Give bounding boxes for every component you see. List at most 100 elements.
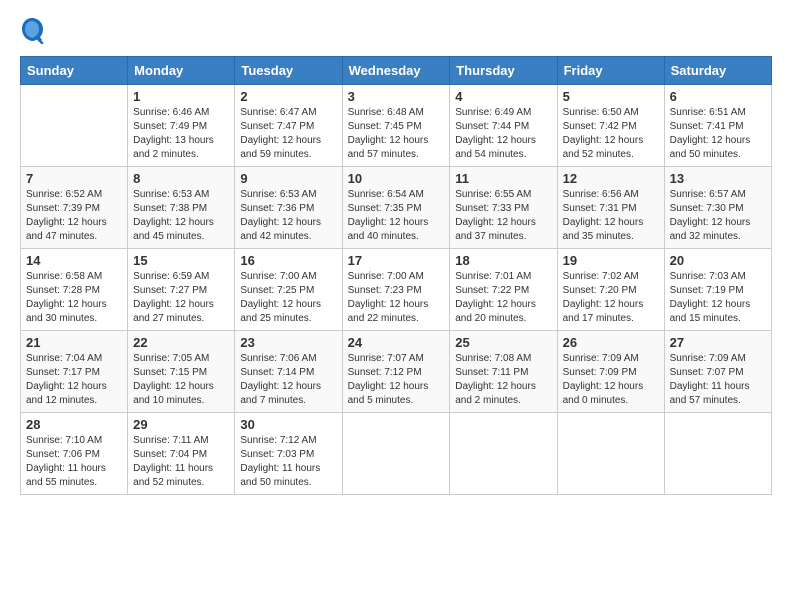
day-info: Sunrise: 7:08 AM Sunset: 7:11 PM Dayligh… bbox=[455, 352, 551, 408]
day-info: Sunrise: 7:12 AM Sunset: 7:03 PM Dayligh… bbox=[240, 434, 336, 490]
day-info: Sunrise: 6:56 AM Sunset: 7:31 PM Dayligh… bbox=[563, 188, 659, 244]
day-number: 30 bbox=[240, 417, 336, 432]
calendar-week-row: 21 Sunrise: 7:04 AM Sunset: 7:17 PM Dayli… bbox=[21, 331, 772, 413]
calendar-table: SundayMondayTuesdayWednesdayThursdayFrid… bbox=[20, 56, 772, 495]
day-number: 3 bbox=[348, 89, 445, 104]
page-header bbox=[20, 16, 772, 44]
day-number: 21 bbox=[26, 335, 122, 350]
day-header: Tuesday bbox=[235, 57, 342, 85]
day-info: Sunrise: 6:54 AM Sunset: 7:35 PM Dayligh… bbox=[348, 188, 445, 244]
calendar-cell bbox=[342, 413, 450, 495]
day-info: Sunrise: 7:01 AM Sunset: 7:22 PM Dayligh… bbox=[455, 270, 551, 326]
day-info: Sunrise: 6:47 AM Sunset: 7:47 PM Dayligh… bbox=[240, 106, 336, 162]
calendar-cell: 3 Sunrise: 6:48 AM Sunset: 7:45 PM Daylig… bbox=[342, 85, 450, 167]
day-header: Sunday bbox=[21, 57, 128, 85]
day-info: Sunrise: 6:52 AM Sunset: 7:39 PM Dayligh… bbox=[26, 188, 122, 244]
day-info: Sunrise: 6:57 AM Sunset: 7:30 PM Dayligh… bbox=[670, 188, 766, 244]
day-info: Sunrise: 6:49 AM Sunset: 7:44 PM Dayligh… bbox=[455, 106, 551, 162]
calendar-cell bbox=[664, 413, 771, 495]
calendar-cell: 17 Sunrise: 7:00 AM Sunset: 7:23 PM Dayli… bbox=[342, 249, 450, 331]
calendar-cell bbox=[450, 413, 557, 495]
calendar-cell: 14 Sunrise: 6:58 AM Sunset: 7:28 PM Dayli… bbox=[21, 249, 128, 331]
day-number: 19 bbox=[563, 253, 659, 268]
day-number: 2 bbox=[240, 89, 336, 104]
calendar-cell: 5 Sunrise: 6:50 AM Sunset: 7:42 PM Daylig… bbox=[557, 85, 664, 167]
day-number: 6 bbox=[670, 89, 766, 104]
calendar-cell: 30 Sunrise: 7:12 AM Sunset: 7:03 PM Dayli… bbox=[235, 413, 342, 495]
calendar-week-row: 28 Sunrise: 7:10 AM Sunset: 7:06 PM Dayli… bbox=[21, 413, 772, 495]
day-number: 18 bbox=[455, 253, 551, 268]
calendar-header-row: SundayMondayTuesdayWednesdayThursdayFrid… bbox=[21, 57, 772, 85]
calendar-week-row: 1 Sunrise: 6:46 AM Sunset: 7:49 PM Daylig… bbox=[21, 85, 772, 167]
day-info: Sunrise: 7:07 AM Sunset: 7:12 PM Dayligh… bbox=[348, 352, 445, 408]
logo bbox=[20, 16, 48, 44]
day-number: 22 bbox=[133, 335, 229, 350]
day-info: Sunrise: 6:53 AM Sunset: 7:36 PM Dayligh… bbox=[240, 188, 336, 244]
day-number: 7 bbox=[26, 171, 122, 186]
calendar-cell: 6Sunrise: 6:51 AM Sunset: 7:41 PM Daylig… bbox=[664, 85, 771, 167]
calendar-body: 1 Sunrise: 6:46 AM Sunset: 7:49 PM Daylig… bbox=[21, 85, 772, 495]
day-number: 26 bbox=[563, 335, 659, 350]
day-info: Sunrise: 6:53 AM Sunset: 7:38 PM Dayligh… bbox=[133, 188, 229, 244]
day-info: Sunrise: 7:05 AM Sunset: 7:15 PM Dayligh… bbox=[133, 352, 229, 408]
day-header: Friday bbox=[557, 57, 664, 85]
calendar-cell: 1 Sunrise: 6:46 AM Sunset: 7:49 PM Daylig… bbox=[128, 85, 235, 167]
calendar-cell: 19Sunrise: 7:02 AM Sunset: 7:20 PM Dayli… bbox=[557, 249, 664, 331]
day-info: Sunrise: 6:50 AM Sunset: 7:42 PM Dayligh… bbox=[563, 106, 659, 162]
day-number: 5 bbox=[563, 89, 659, 104]
calendar-cell: 10 Sunrise: 6:54 AM Sunset: 7:35 PM Dayli… bbox=[342, 167, 450, 249]
day-number: 13 bbox=[670, 171, 766, 186]
day-info: Sunrise: 7:09 AM Sunset: 7:07 PM Dayligh… bbox=[670, 352, 766, 408]
calendar-cell: 15 Sunrise: 6:59 AM Sunset: 7:27 PM Dayli… bbox=[128, 249, 235, 331]
calendar-cell: 18 Sunrise: 7:01 AM Sunset: 7:22 PM Dayli… bbox=[450, 249, 557, 331]
day-info: Sunrise: 7:11 AM Sunset: 7:04 PM Dayligh… bbox=[133, 434, 229, 490]
day-info: Sunrise: 7:06 AM Sunset: 7:14 PM Dayligh… bbox=[240, 352, 336, 408]
day-number: 24 bbox=[348, 335, 445, 350]
day-number: 20 bbox=[670, 253, 766, 268]
day-info: Sunrise: 6:48 AM Sunset: 7:45 PM Dayligh… bbox=[348, 106, 445, 162]
day-number: 27 bbox=[670, 335, 766, 350]
day-number: 16 bbox=[240, 253, 336, 268]
calendar-cell: 28 Sunrise: 7:10 AM Sunset: 7:06 PM Dayli… bbox=[21, 413, 128, 495]
day-info: Sunrise: 7:00 AM Sunset: 7:25 PM Dayligh… bbox=[240, 270, 336, 326]
day-header: Wednesday bbox=[342, 57, 450, 85]
calendar-cell: 20 Sunrise: 7:03 AM Sunset: 7:19 PM Dayli… bbox=[664, 249, 771, 331]
day-info: Sunrise: 7:04 AM Sunset: 7:17 PM Dayligh… bbox=[26, 352, 122, 408]
calendar-cell: 24 Sunrise: 7:07 AM Sunset: 7:12 PM Dayli… bbox=[342, 331, 450, 413]
day-number: 11 bbox=[455, 171, 551, 186]
day-number: 1 bbox=[133, 89, 229, 104]
day-info: Sunrise: 6:58 AM Sunset: 7:28 PM Dayligh… bbox=[26, 270, 122, 326]
day-number: 23 bbox=[240, 335, 336, 350]
day-number: 17 bbox=[348, 253, 445, 268]
calendar-week-row: 14 Sunrise: 6:58 AM Sunset: 7:28 PM Dayli… bbox=[21, 249, 772, 331]
calendar-cell: 2 Sunrise: 6:47 AM Sunset: 7:47 PM Daylig… bbox=[235, 85, 342, 167]
calendar-cell: 4 Sunrise: 6:49 AM Sunset: 7:44 PM Daylig… bbox=[450, 85, 557, 167]
day-number: 28 bbox=[26, 417, 122, 432]
calendar-cell: 26 Sunrise: 7:09 AM Sunset: 7:09 PM Dayli… bbox=[557, 331, 664, 413]
calendar-cell: 27 Sunrise: 7:09 AM Sunset: 7:07 PM Dayli… bbox=[664, 331, 771, 413]
day-number: 15 bbox=[133, 253, 229, 268]
calendar-cell: 11 Sunrise: 6:55 AM Sunset: 7:33 PM Dayli… bbox=[450, 167, 557, 249]
day-number: 10 bbox=[348, 171, 445, 186]
calendar-cell: 13 Sunrise: 6:57 AM Sunset: 7:30 PM Dayli… bbox=[664, 167, 771, 249]
calendar-cell: 21 Sunrise: 7:04 AM Sunset: 7:17 PM Dayli… bbox=[21, 331, 128, 413]
day-info: Sunrise: 7:03 AM Sunset: 7:19 PM Dayligh… bbox=[670, 270, 766, 326]
day-header: Saturday bbox=[664, 57, 771, 85]
calendar-cell: 12Sunrise: 6:56 AM Sunset: 7:31 PM Dayli… bbox=[557, 167, 664, 249]
calendar-cell: 23 Sunrise: 7:06 AM Sunset: 7:14 PM Dayli… bbox=[235, 331, 342, 413]
day-info: Sunrise: 7:09 AM Sunset: 7:09 PM Dayligh… bbox=[563, 352, 659, 408]
day-info: Sunrise: 7:00 AM Sunset: 7:23 PM Dayligh… bbox=[348, 270, 445, 326]
day-number: 14 bbox=[26, 253, 122, 268]
day-number: 8 bbox=[133, 171, 229, 186]
day-info: Sunrise: 6:46 AM Sunset: 7:49 PM Dayligh… bbox=[133, 106, 229, 162]
day-number: 4 bbox=[455, 89, 551, 104]
day-number: 25 bbox=[455, 335, 551, 350]
day-info: Sunrise: 6:55 AM Sunset: 7:33 PM Dayligh… bbox=[455, 188, 551, 244]
day-header: Thursday bbox=[450, 57, 557, 85]
day-info: Sunrise: 6:59 AM Sunset: 7:27 PM Dayligh… bbox=[133, 270, 229, 326]
logo-icon bbox=[20, 16, 44, 44]
calendar-cell: 29Sunrise: 7:11 AM Sunset: 7:04 PM Dayli… bbox=[128, 413, 235, 495]
calendar-cell: 25 Sunrise: 7:08 AM Sunset: 7:11 PM Dayli… bbox=[450, 331, 557, 413]
calendar-cell: 8 Sunrise: 6:53 AM Sunset: 7:38 PM Daylig… bbox=[128, 167, 235, 249]
day-info: Sunrise: 7:10 AM Sunset: 7:06 PM Dayligh… bbox=[26, 434, 122, 490]
